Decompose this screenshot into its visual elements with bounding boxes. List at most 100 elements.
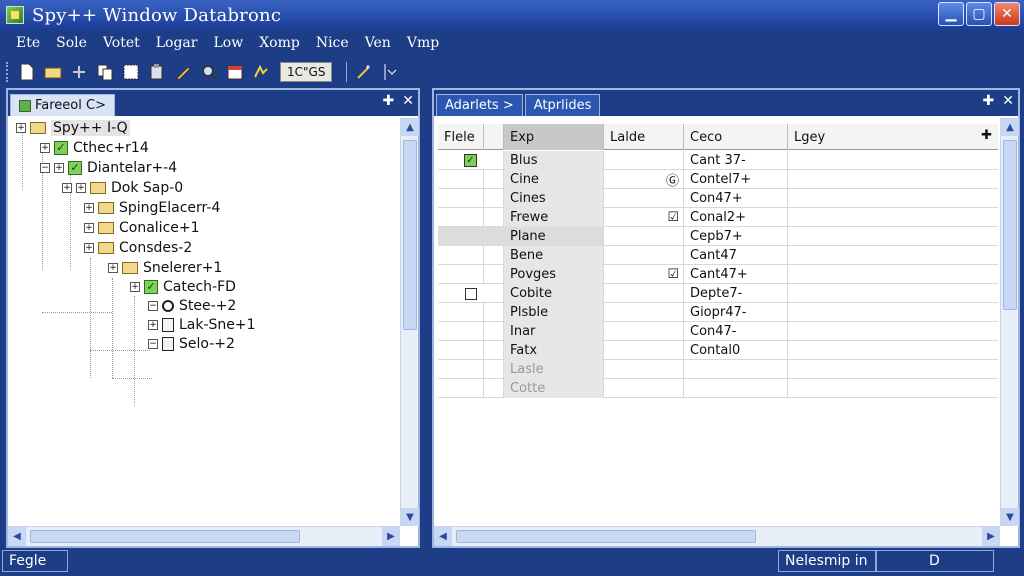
minimize-button[interactable]: ▁: [938, 2, 964, 26]
expand-toggle[interactable]: −: [148, 339, 158, 349]
wand-icon[interactable]: [353, 61, 375, 83]
add-column-icon[interactable]: ✚: [981, 128, 992, 143]
table-row[interactable]: Plsble Giopr47-: [438, 303, 1002, 322]
tree-item[interactable]: + ✓ Cthec+r14: [40, 138, 149, 158]
find-icon[interactable]: [198, 61, 220, 83]
close-icon[interactable]: ✕: [1002, 93, 1014, 109]
tree-vertical-scrollbar[interactable]: ▲ ▼: [400, 118, 419, 526]
expand-toggle[interactable]: −: [148, 301, 158, 311]
expand-toggle[interactable]: +: [40, 143, 50, 153]
column-header[interactable]: Lgey: [788, 124, 1002, 150]
scroll-down-icon[interactable]: ▼: [1001, 508, 1019, 526]
scroll-right-icon[interactable]: ▶: [382, 527, 400, 546]
tab-adarlets[interactable]: Adarlets >: [436, 94, 523, 116]
menu-item[interactable]: Votet: [97, 35, 146, 51]
expand-toggle[interactable]: −: [40, 163, 50, 173]
window-icon[interactable]: [120, 61, 142, 83]
table-row[interactable]: Frewe ☑ Conal2+: [438, 208, 1002, 227]
tree-item[interactable]: + ✓ Catech-FD: [130, 277, 236, 297]
tree-item[interactable]: − Stee-+2: [148, 296, 236, 316]
table-row[interactable]: Inar Con47-: [438, 322, 1002, 341]
ceco-cell: [684, 360, 788, 379]
close-icon[interactable]: ✕: [402, 93, 414, 109]
pin-icon[interactable]: ✚: [383, 93, 395, 109]
scroll-up-icon[interactable]: ▲: [1001, 118, 1019, 136]
scroll-down-icon[interactable]: ▼: [401, 508, 419, 526]
copy-icon[interactable]: [94, 61, 116, 83]
scroll-right-icon[interactable]: ▶: [982, 527, 1000, 546]
tree-item[interactable]: + + Dok Sap-0: [62, 178, 183, 198]
tree-item[interactable]: + Lak-Sne+1: [148, 315, 256, 335]
expand-toggle[interactable]: +: [16, 123, 26, 133]
expand-toggle[interactable]: +: [76, 183, 86, 193]
toolbar-grip[interactable]: [6, 62, 10, 82]
menu-item[interactable]: Ete: [10, 35, 46, 51]
table-row[interactable]: Bene Cant47: [438, 246, 1002, 265]
new-file-icon[interactable]: [16, 61, 38, 83]
tab-tree[interactable]: Fareeol C>: [10, 94, 115, 116]
expand-toggle[interactable]: +: [84, 223, 94, 233]
plus-icon[interactable]: [68, 61, 90, 83]
menu-item[interactable]: Ven: [359, 35, 397, 51]
column-header[interactable]: Exp: [504, 124, 604, 150]
menu-item[interactable]: Xomp: [253, 35, 306, 51]
column-header[interactable]: Lalde: [604, 124, 684, 150]
properties-panel-controls: ✚ ✕: [983, 93, 1014, 109]
expand-toggle[interactable]: +: [148, 320, 158, 330]
table-row[interactable]: Cine Ⓖ Contel7+: [438, 170, 1002, 189]
table-row[interactable]: Lasle: [438, 360, 1002, 379]
tree-item[interactable]: + Spy++ I-Q: [16, 118, 130, 138]
scroll-thumb[interactable]: [403, 140, 417, 330]
open-folder-icon[interactable]: [42, 61, 64, 83]
checkmark-icon[interactable]: ✓: [464, 154, 477, 167]
maximize-button[interactable]: ▢: [966, 2, 992, 26]
expand-toggle[interactable]: +: [62, 183, 72, 193]
tree-horizontal-scrollbar[interactable]: ◀ ▶: [8, 526, 400, 546]
table-row[interactable]: Fatx Contal0: [438, 341, 1002, 360]
table-row[interactable]: Cines Con47+: [438, 189, 1002, 208]
menu-item[interactable]: Vmp: [401, 35, 445, 51]
column-header[interactable]: Ceco: [684, 124, 788, 150]
expand-toggle[interactable]: +: [84, 243, 94, 253]
paste-icon[interactable]: [146, 61, 168, 83]
scroll-left-icon[interactable]: ◀: [8, 527, 26, 546]
tree-item[interactable]: − Selo-+2: [148, 334, 235, 354]
scroll-thumb[interactable]: [456, 530, 756, 543]
expand-toggle[interactable]: +: [130, 282, 140, 292]
grid-vertical-scrollbar[interactable]: ▲ ▼: [1000, 118, 1019, 526]
menu-item[interactable]: Low: [207, 35, 249, 51]
dropdown-icon[interactable]: [379, 61, 401, 83]
tree-item[interactable]: − + ✓ Diantelar+-4: [40, 158, 177, 178]
expand-toggle[interactable]: +: [108, 263, 118, 273]
pin-icon[interactable]: ✚: [983, 93, 995, 109]
table-row[interactable]: Povges ☑ Cant47+: [438, 265, 1002, 284]
scroll-thumb[interactable]: [1003, 140, 1017, 310]
scroll-left-icon[interactable]: ◀: [434, 527, 452, 546]
scroll-thumb[interactable]: [30, 530, 300, 543]
tree-item[interactable]: + Conalice+1: [84, 218, 200, 238]
toolbar-value-field[interactable]: 1C"GS: [280, 62, 333, 82]
tab-atprlides[interactable]: Atprlides: [524, 94, 601, 116]
scroll-up-icon[interactable]: ▲: [401, 118, 419, 136]
tree-item-label: Consdes-2: [119, 240, 193, 256]
expand-toggle[interactable]: +: [84, 203, 94, 213]
tree-item[interactable]: + SpingElacerr-4: [84, 198, 220, 218]
tree-item[interactable]: + Consdes-2: [84, 238, 192, 258]
menu-item[interactable]: Sole: [50, 35, 93, 51]
tree-item[interactable]: + Snelerer+1: [108, 258, 222, 278]
table-row[interactable]: Cotte: [438, 379, 1002, 398]
table-row[interactable]: ✓ Blus Cant 37-: [438, 151, 1002, 170]
menu-item[interactable]: Logar: [150, 35, 204, 51]
pencil-icon[interactable]: [172, 61, 194, 83]
menu-item[interactable]: Nice: [310, 35, 355, 51]
close-button[interactable]: ✕: [994, 2, 1020, 26]
expand-toggle[interactable]: +: [54, 163, 64, 173]
ceco-cell: Cant 37-: [684, 151, 788, 170]
table-row[interactable]: Cobite Depte7-: [438, 284, 1002, 303]
refresh-icon[interactable]: [250, 61, 272, 83]
calendar-icon[interactable]: [224, 61, 246, 83]
column-header[interactable]: Flele: [438, 124, 484, 150]
checkbox-icon[interactable]: [464, 287, 477, 300]
table-row[interactable]: Plane Cepb7+: [438, 227, 1002, 246]
grid-horizontal-scrollbar[interactable]: ◀ ▶: [434, 526, 1000, 546]
